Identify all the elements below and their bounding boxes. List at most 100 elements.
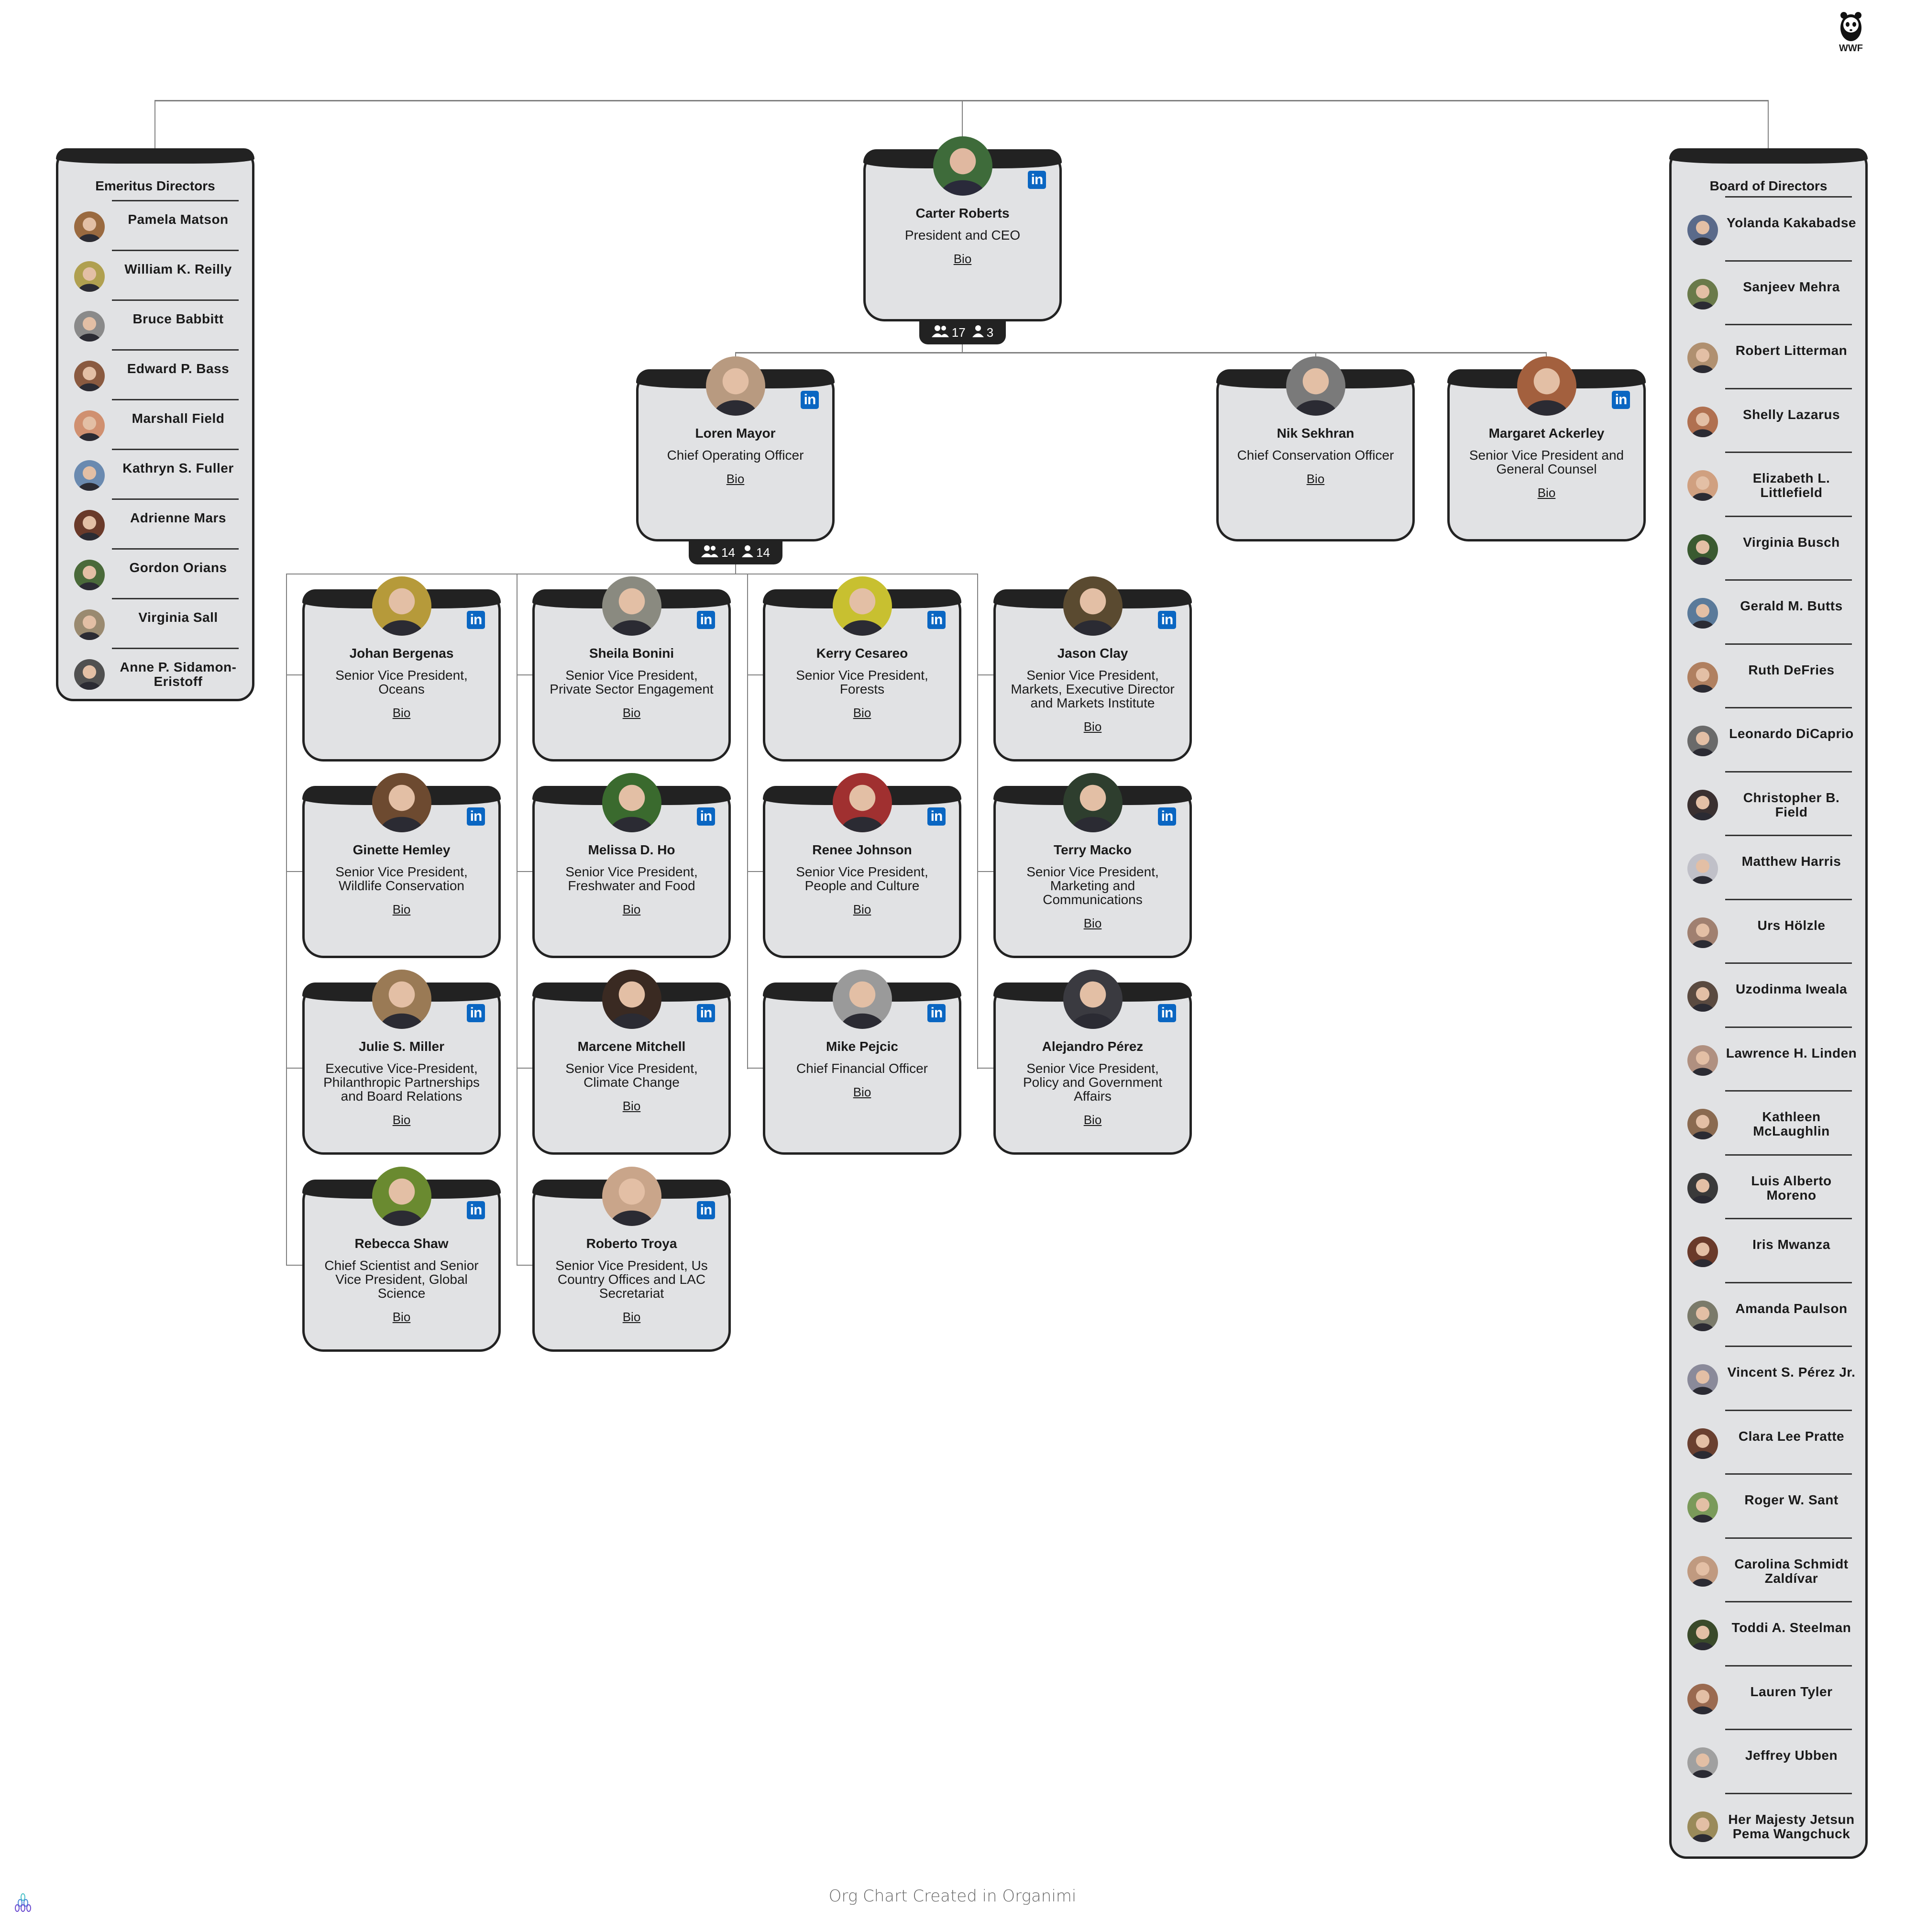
bio-link[interactable]: Bio: [547, 1310, 716, 1325]
panel-member[interactable]: Marshall Field: [58, 399, 252, 449]
bio-link[interactable]: Bio: [778, 1085, 947, 1100]
panel-member[interactable]: Luis Alberto Moreno: [1672, 1154, 1865, 1218]
bio-link[interactable]: Bio: [317, 902, 486, 917]
panel-member[interactable]: Virginia Busch: [1672, 515, 1865, 580]
bio-link[interactable]: Bio: [547, 706, 716, 720]
person-card-report[interactable]: in Terry Macko Senior Vice President, Mark…: [993, 773, 1192, 958]
linkedin-icon[interactable]: in: [467, 1201, 485, 1219]
panel-member[interactable]: Vincent S. Pérez Jr.: [1672, 1346, 1865, 1410]
bio-link[interactable]: Bio: [1231, 472, 1400, 486]
linkedin-icon[interactable]: in: [1158, 807, 1176, 826]
panel-member[interactable]: Adrienne Mars: [58, 498, 252, 548]
panel-member[interactable]: Lauren Tyler: [1672, 1665, 1865, 1729]
linkedin-icon[interactable]: in: [467, 1004, 485, 1022]
bio-link[interactable]: Bio: [317, 1113, 486, 1127]
bio-link[interactable]: Bio: [778, 902, 947, 917]
panel-member[interactable]: Edward P. Bass: [58, 349, 252, 399]
panel-member[interactable]: Leonardo DiCaprio: [1672, 707, 1865, 771]
panel-member[interactable]: Lawrence H. Linden: [1672, 1026, 1865, 1091]
reports-count-badge[interactable]: 14 14: [689, 541, 782, 564]
person-card-report[interactable]: in Rebecca Shaw Chief Scientist and Senior…: [302, 1167, 501, 1352]
person-card-report[interactable]: in Marcene Mitchell Senior Vice President,…: [532, 970, 731, 1155]
panel-member[interactable]: Toddi A. Steelman: [1672, 1601, 1865, 1665]
person-card-report[interactable]: in Ginette Hemley Senior Vice President, W…: [302, 773, 501, 958]
panel-member[interactable]: Shelly Lazarus: [1672, 387, 1865, 452]
bio-link[interactable]: Bio: [878, 252, 1047, 266]
linkedin-icon[interactable]: in: [467, 807, 485, 826]
person-title: Senior Vice President, Forests: [796, 668, 928, 696]
linkedin-icon[interactable]: in: [1158, 611, 1176, 629]
panel-member[interactable]: Roger W. Sant: [1672, 1473, 1865, 1537]
member-name: Edward P. Bass: [127, 361, 230, 376]
bio-link[interactable]: Bio: [1008, 1113, 1177, 1127]
member-name: Virginia Sall: [138, 610, 218, 625]
person-card-level2[interactable]: in Margaret Ackerley Senior Vice President…: [1447, 356, 1646, 541]
bio-link[interactable]: Bio: [317, 706, 486, 720]
panel-member[interactable]: Christopher B. Field: [1672, 771, 1865, 835]
person-card-report[interactable]: in Renee Johnson Senior Vice President, Pe…: [763, 773, 961, 958]
bio-link[interactable]: Bio: [1008, 719, 1177, 734]
bio-link[interactable]: Bio: [1008, 916, 1177, 931]
person-card-report[interactable]: in Melissa D. Ho Senior Vice President, Fr…: [532, 773, 731, 958]
person-card-report[interactable]: in Johan Bergenas Senior Vice President, O…: [302, 576, 501, 762]
panel-member[interactable]: Pamela Matson: [58, 200, 252, 250]
panel-member[interactable]: Urs Hölzle: [1672, 898, 1865, 963]
bio-link[interactable]: Bio: [547, 902, 716, 917]
linkedin-icon[interactable]: in: [467, 611, 485, 629]
person-card-report[interactable]: in Jason Clay Senior Vice President, Marke…: [993, 576, 1192, 762]
panel-member[interactable]: Ruth DeFries: [1672, 643, 1865, 707]
bio-link[interactable]: Bio: [1462, 486, 1631, 500]
avatar: [1687, 853, 1718, 884]
panel-member[interactable]: Iris Mwanza: [1672, 1218, 1865, 1282]
linkedin-icon[interactable]: in: [1158, 1004, 1176, 1022]
linkedin-icon[interactable]: in: [697, 1201, 715, 1219]
panel-member[interactable]: Clara Lee Pratte: [1672, 1409, 1865, 1474]
person-title: Senior Vice President, Policy and Govern…: [1023, 1061, 1163, 1104]
member-name: Amanda Paulson: [1735, 1301, 1848, 1316]
panel-member[interactable]: Her Majesty Jetsun Pema Wangchuck: [1672, 1792, 1865, 1857]
avatar: [832, 970, 892, 1029]
person-card-report[interactable]: in Alejandro Pérez Senior Vice President, …: [993, 970, 1192, 1155]
panel-member[interactable]: Sanjeev Mehra: [1672, 260, 1865, 324]
linkedin-icon[interactable]: in: [801, 391, 819, 409]
reports-count-badge[interactable]: 17 3: [919, 320, 1006, 344]
panel-member[interactable]: Bruce Babbitt: [58, 299, 252, 349]
linkedin-icon[interactable]: in: [697, 1004, 715, 1022]
panel-member[interactable]: William K. Reilly: [58, 250, 252, 299]
panel-member[interactable]: Anne P. Sidamon-Eristoff: [58, 648, 252, 697]
panel-member[interactable]: Robert Litterman: [1672, 324, 1865, 388]
bio-link[interactable]: Bio: [317, 1310, 486, 1325]
linkedin-icon[interactable]: in: [1612, 391, 1630, 409]
panel-member[interactable]: Carolina Schmidt Zaldívar: [1672, 1537, 1865, 1601]
bio-link[interactable]: Bio: [547, 1099, 716, 1114]
panel-member[interactable]: Yolanda Kakabadse: [1672, 196, 1865, 260]
panel-member[interactable]: Gordon Orians: [58, 548, 252, 598]
linkedin-icon[interactable]: in: [927, 1004, 946, 1022]
person-card-level2[interactable]: Nik Sekhran Chief Conservation Officer Bio: [1216, 356, 1415, 541]
panel-member[interactable]: Gerald M. Butts: [1672, 579, 1865, 643]
person-card-report[interactable]: in Roberto Troya Senior Vice President, Us…: [532, 1167, 731, 1352]
person-card-ceo[interactable]: in Carter Roberts President and CEO Bio: [863, 136, 1062, 321]
panel-member[interactable]: Virginia Sall: [58, 598, 252, 648]
linkedin-icon[interactable]: in: [1028, 171, 1046, 189]
linkedin-icon[interactable]: in: [927, 611, 946, 629]
panel-member[interactable]: Kathryn S. Fuller: [58, 449, 252, 498]
linkedin-icon[interactable]: in: [927, 807, 946, 826]
person-card-report[interactable]: in Mike Pejcic Chief Financial Officer Bio: [763, 970, 961, 1155]
person-card-level2[interactable]: in Loren Mayor Chief Operating Officer Bio: [636, 356, 835, 541]
panel-member[interactable]: Uzodinma Iweala: [1672, 962, 1865, 1027]
panel-member[interactable]: Matthew Harris: [1672, 835, 1865, 899]
bio-link[interactable]: Bio: [651, 472, 820, 486]
footer-credit[interactable]: Org Chart Created in Organimi: [0, 1887, 1905, 1906]
person-card-report[interactable]: in Sheila Bonini Senior Vice President, Pr…: [532, 576, 731, 762]
bio-link[interactable]: Bio: [778, 706, 947, 720]
person-card-report[interactable]: in Julie S. Miller Executive Vice-Presiden…: [302, 970, 501, 1155]
panel-member[interactable]: Elizabeth L. Littlefield: [1672, 452, 1865, 516]
linkedin-icon[interactable]: in: [697, 611, 715, 629]
person-photo-icon: [372, 773, 431, 832]
panel-member[interactable]: Jeffrey Ubben: [1672, 1729, 1865, 1793]
panel-member[interactable]: Kathleen McLaughlin: [1672, 1090, 1865, 1154]
linkedin-icon[interactable]: in: [697, 807, 715, 826]
person-card-report[interactable]: in Kerry Cesareo Senior Vice President, Fo…: [763, 576, 961, 762]
panel-member[interactable]: Amanda Paulson: [1672, 1281, 1865, 1346]
